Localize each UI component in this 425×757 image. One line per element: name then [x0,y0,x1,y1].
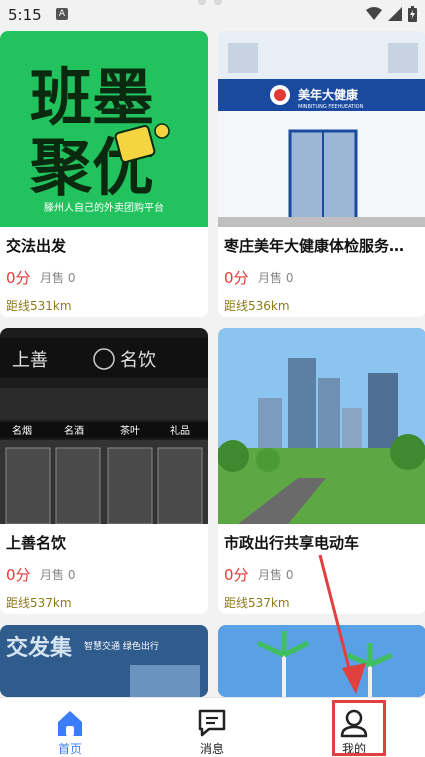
store-image [218,625,425,697]
store-distance: 距线531km [6,299,72,313]
store-card[interactable]: 上善 名饮 名烟 名酒 茶叶 礼品 上善名饮 0分 月售 0 距线537km [0,328,208,614]
store-sign: 美年大健康 [298,87,359,102]
store-distance: 距线537km [6,596,72,610]
status-time: 5:15 [8,6,42,24]
store-sales: 月售 0 [258,271,294,285]
store-image: 上善 名饮 名烟 名酒 茶叶 礼品 [0,328,208,524]
message-icon [198,709,226,737]
store-card[interactable]: 市政出行共享电动车 0分 月售 0 距线537km [218,328,425,614]
logo-line-1: 班墨 [30,61,154,134]
tab-home[interactable]: 首页 [30,702,110,756]
battery-icon [408,6,417,22]
store-card[interactable]: 交发集 智慧交通 绿色出行 [0,625,208,697]
store-sales: 月售 0 [258,568,294,582]
store-sign: 上善 [12,350,48,371]
store-card[interactable] [218,625,425,697]
store-card[interactable]: 美年大健康 MINBITUNG FEEHUEATION 枣庄美年大健康体检服务…… [218,31,425,317]
store-price: 0分 [6,566,31,584]
image-text: 交发集 [6,635,73,661]
store-sales: 月售 0 [40,271,76,285]
tab-messages[interactable]: 消息 [172,702,252,756]
store-price: 0分 [6,269,31,287]
store-image: 美年大健康 MINBITUNG FEEHUEATION [218,31,425,227]
tab-label: 首页 [57,742,82,756]
notification-badge: A [56,8,68,20]
image-subtext: 智慧交通 绿色出行 [84,640,159,652]
store-card[interactable]: 班墨 聚优 滕州人自己的外卖团购平台 交法出发 0分 月售 0 距线531km [0,31,208,317]
store-price: 0分 [224,566,249,584]
store-distance: 距线537km [224,596,290,610]
tab-label: 消息 [199,742,224,756]
panel-text: 名酒 [64,424,84,437]
panel-text: 礼品 [170,424,190,437]
panel-text: 茶叶 [120,424,140,437]
store-image: 交发集 智慧交通 绿色出行 [0,625,208,697]
store-title: 上善名饮 [6,534,67,552]
status-bar: 5:15 A [0,0,425,30]
status-icons [366,6,417,22]
home-icon [58,711,82,736]
store-distance: 距线536km [224,299,290,313]
store-sign-2: 名饮 [120,350,156,371]
annotation-highlight-box [332,700,386,756]
store-image: 班墨 聚优 滕州人自己的外卖团购平台 [0,31,208,227]
pager-dots [198,0,222,5]
wifi-icon [366,7,382,20]
panel-text: 名烟 [12,424,32,437]
store-title: 市政出行共享电动车 [224,534,360,552]
logo-tagline: 滕州人自己的外卖团购平台 [44,201,164,214]
store-title: 枣庄美年大健康体检服务… [224,237,405,255]
signal-icon [388,7,402,21]
store-image [218,328,425,524]
store-sales: 月售 0 [40,568,76,582]
store-title: 交法出发 [6,237,67,255]
store-price: 0分 [224,269,249,287]
store-sign-sub: MINBITUNG FEEHUEATION [298,104,364,110]
